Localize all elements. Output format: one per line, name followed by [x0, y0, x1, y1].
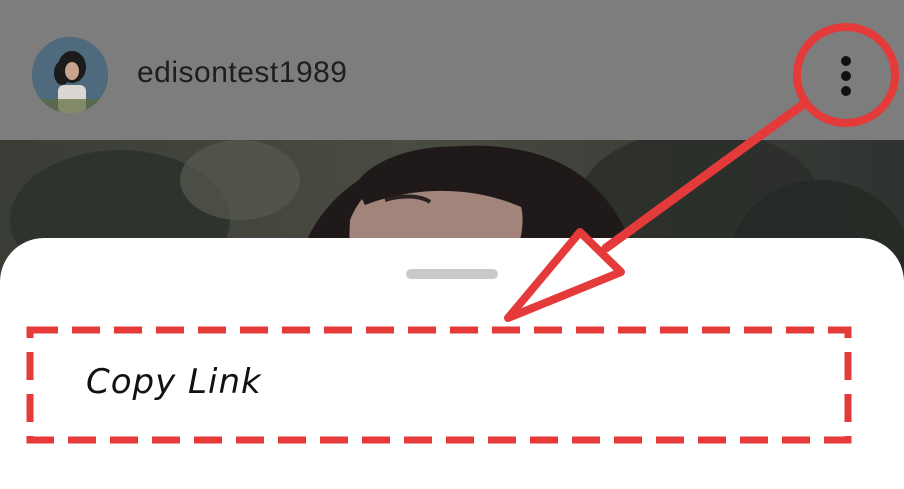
- more-vertical-icon: [841, 56, 851, 96]
- screen: edisontest1989 Copy Link: [0, 0, 904, 489]
- drag-handle[interactable]: [406, 269, 498, 279]
- post-header: edisontest1989: [0, 0, 904, 140]
- more-options-button[interactable]: [816, 50, 876, 102]
- avatar-image: [32, 37, 108, 113]
- copy-link-label: Copy Link: [86, 362, 262, 402]
- bottom-sheet: Copy Link: [0, 238, 904, 489]
- avatar[interactable]: [32, 37, 108, 113]
- copy-link-option[interactable]: Copy Link: [26, 326, 852, 444]
- username[interactable]: edisontest1989: [137, 56, 348, 90]
